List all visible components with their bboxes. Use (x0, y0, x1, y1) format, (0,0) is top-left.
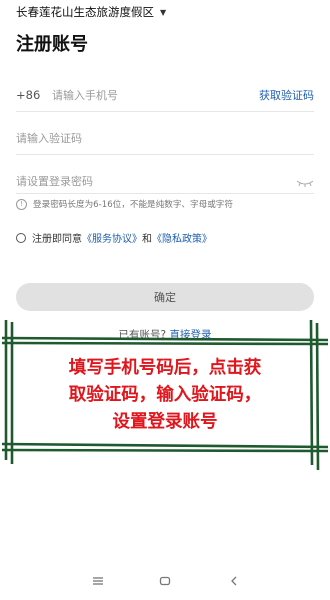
password-hint: ! 登录密码长度为6-16位，不能是纯数字、字母或字符 (16, 198, 233, 210)
location-selector[interactable]: 长春莲花山生态旅游度假区 ▼ (16, 4, 166, 20)
location-label: 长春莲花山生态旅游度假区 (16, 5, 154, 19)
menu-icon[interactable] (89, 572, 107, 590)
divider (16, 111, 314, 112)
annotation-line-3: 设置登录账号 (112, 412, 218, 432)
caret-down-icon: ▼ (160, 7, 167, 17)
divider (16, 193, 314, 194)
agreement-and: 和 (142, 234, 152, 245)
privacy-policy-link[interactable]: 《隐私政策》 (152, 230, 212, 245)
code-input[interactable]: 请输入验证码 (16, 130, 314, 146)
password-input[interactable]: 请设置登录密码 (16, 173, 296, 189)
code-row: 请输入验证码 (16, 124, 314, 152)
phone-input[interactable]: 请输入手机号 (52, 87, 259, 103)
confirm-button[interactable]: 确定 (16, 283, 314, 311)
get-code-button[interactable]: 获取验证码 (259, 87, 314, 103)
password-row: 请设置登录密码 (16, 167, 314, 195)
annotation-line-2: 取验证码，输入验证码， (68, 385, 262, 405)
system-nav-bar (0, 568, 330, 594)
divider (16, 154, 314, 155)
agree-radio[interactable] (16, 232, 26, 243)
password-hint-text: 登录密码长度为6-16位，不能是纯数字、字母或字符 (33, 200, 233, 210)
eye-closed-icon[interactable] (296, 177, 314, 187)
info-icon: ! (16, 198, 27, 210)
back-icon[interactable] (225, 572, 243, 590)
country-code[interactable]: +86 (16, 88, 52, 102)
annotation-line-1: 填写手机号码后，点击获 (68, 358, 262, 378)
service-agreement-link[interactable]: 《服务协议》 (82, 230, 142, 245)
agreement-prefix: 注册即同意 (32, 234, 82, 245)
phone-row: +86 请输入手机号 获取验证码 (16, 81, 314, 109)
home-icon[interactable] (156, 572, 174, 590)
page-title: 注册账号 (16, 34, 88, 55)
agreement-row: 注册即同意 《服务协议》 和 《隐私政策》 (16, 230, 212, 245)
